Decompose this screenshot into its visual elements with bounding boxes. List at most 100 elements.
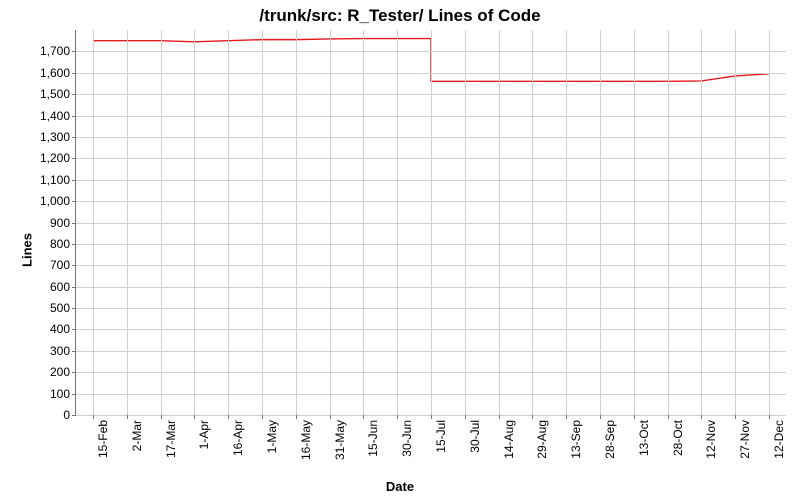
x-tick-label: 16-May bbox=[299, 420, 313, 460]
y-tick-label: 500 bbox=[20, 301, 70, 315]
grid-line-v bbox=[532, 30, 533, 415]
x-tick-mark bbox=[262, 415, 263, 419]
y-tick-label: 800 bbox=[20, 237, 70, 251]
y-tick-mark bbox=[72, 158, 76, 159]
y-tick-label: 700 bbox=[20, 258, 70, 272]
grid-line-v bbox=[600, 30, 601, 415]
x-tick-label: 28-Oct bbox=[671, 420, 685, 456]
y-tick-mark bbox=[72, 51, 76, 52]
x-tick-mark bbox=[93, 415, 94, 419]
x-tick-label: 29-Aug bbox=[535, 420, 549, 459]
grid-line-v bbox=[431, 30, 432, 415]
y-tick-mark bbox=[72, 394, 76, 395]
grid-line-v bbox=[735, 30, 736, 415]
grid-line-v bbox=[93, 30, 94, 415]
y-tick-label: 1,000 bbox=[20, 194, 70, 208]
y-tick-label: 1,400 bbox=[20, 109, 70, 123]
grid-line-v bbox=[499, 30, 500, 415]
y-tick-label: 1,500 bbox=[20, 87, 70, 101]
x-tick-label: 1-Apr bbox=[197, 420, 211, 449]
x-tick-label: 27-Nov bbox=[738, 420, 752, 459]
x-tick-label: 15-Feb bbox=[96, 420, 110, 458]
x-tick-label: 30-Jun bbox=[400, 420, 414, 457]
grid-line-v bbox=[701, 30, 702, 415]
x-tick-label: 31-May bbox=[333, 420, 347, 460]
y-tick-label: 0 bbox=[20, 408, 70, 422]
x-tick-mark bbox=[194, 415, 195, 419]
y-tick-label: 400 bbox=[20, 322, 70, 336]
y-tick-mark bbox=[72, 94, 76, 95]
x-tick-mark bbox=[161, 415, 162, 419]
plot-area bbox=[75, 30, 786, 416]
x-tick-label: 13-Sep bbox=[569, 420, 583, 459]
x-tick-mark bbox=[397, 415, 398, 419]
x-tick-mark bbox=[431, 415, 432, 419]
x-tick-mark bbox=[465, 415, 466, 419]
x-tick-mark bbox=[600, 415, 601, 419]
x-tick-label: 17-Mar bbox=[164, 420, 178, 458]
y-tick-mark bbox=[72, 116, 76, 117]
y-tick-label: 1,300 bbox=[20, 130, 70, 144]
x-tick-mark bbox=[296, 415, 297, 419]
x-tick-label: 12-Nov bbox=[704, 420, 718, 459]
x-tick-mark bbox=[228, 415, 229, 419]
loc-chart: /trunk/src: R_Tester/ Lines of Code Line… bbox=[0, 0, 800, 500]
y-tick-label: 200 bbox=[20, 365, 70, 379]
y-tick-mark bbox=[72, 223, 76, 224]
x-tick-mark bbox=[127, 415, 128, 419]
grid-line-v bbox=[363, 30, 364, 415]
grid-line-v bbox=[769, 30, 770, 415]
y-tick-label: 100 bbox=[20, 387, 70, 401]
x-tick-mark bbox=[566, 415, 567, 419]
y-tick-mark bbox=[72, 308, 76, 309]
y-tick-label: 900 bbox=[20, 216, 70, 230]
grid-line-v bbox=[397, 30, 398, 415]
x-tick-mark bbox=[701, 415, 702, 419]
y-tick-mark bbox=[72, 265, 76, 266]
x-tick-label: 30-Jul bbox=[468, 420, 482, 453]
x-tick-mark bbox=[532, 415, 533, 419]
x-tick-mark bbox=[634, 415, 635, 419]
x-tick-label: 16-Apr bbox=[231, 420, 245, 456]
grid-line-v bbox=[668, 30, 669, 415]
y-tick-mark bbox=[72, 351, 76, 352]
x-tick-mark bbox=[363, 415, 364, 419]
grid-line-v bbox=[161, 30, 162, 415]
y-tick-label: 1,700 bbox=[20, 44, 70, 58]
x-tick-mark bbox=[668, 415, 669, 419]
x-tick-mark bbox=[769, 415, 770, 419]
x-tick-label: 13-Oct bbox=[637, 420, 651, 456]
x-tick-label: 2-Mar bbox=[130, 420, 144, 451]
grid-line-v bbox=[634, 30, 635, 415]
x-tick-label: 14-Aug bbox=[502, 420, 516, 459]
grid-line-v bbox=[127, 30, 128, 415]
grid-line-v bbox=[262, 30, 263, 415]
y-tick-label: 600 bbox=[20, 280, 70, 294]
y-tick-label: 1,600 bbox=[20, 66, 70, 80]
y-tick-mark bbox=[72, 287, 76, 288]
x-tick-label: 1-May bbox=[265, 420, 279, 453]
y-tick-label: 1,200 bbox=[20, 151, 70, 165]
y-tick-mark bbox=[72, 329, 76, 330]
y-tick-mark bbox=[72, 73, 76, 74]
y-tick-mark bbox=[72, 137, 76, 138]
y-tick-mark bbox=[72, 415, 76, 416]
grid-line-v bbox=[330, 30, 331, 415]
y-tick-mark bbox=[72, 372, 76, 373]
grid-line-v bbox=[194, 30, 195, 415]
y-tick-mark bbox=[72, 244, 76, 245]
grid-line-v bbox=[228, 30, 229, 415]
x-tick-label: 12-Dec bbox=[772, 420, 786, 459]
y-tick-mark bbox=[72, 201, 76, 202]
x-tick-label: 15-Jun bbox=[366, 420, 380, 457]
grid-line-v bbox=[465, 30, 466, 415]
x-tick-label: 28-Sep bbox=[603, 420, 617, 459]
grid-line-v bbox=[566, 30, 567, 415]
y-tick-mark bbox=[72, 180, 76, 181]
y-tick-label: 300 bbox=[20, 344, 70, 358]
x-tick-mark bbox=[330, 415, 331, 419]
x-axis-label: Date bbox=[0, 479, 800, 494]
grid-line-v bbox=[296, 30, 297, 415]
x-tick-mark bbox=[735, 415, 736, 419]
chart-title: /trunk/src: R_Tester/ Lines of Code bbox=[0, 6, 800, 26]
